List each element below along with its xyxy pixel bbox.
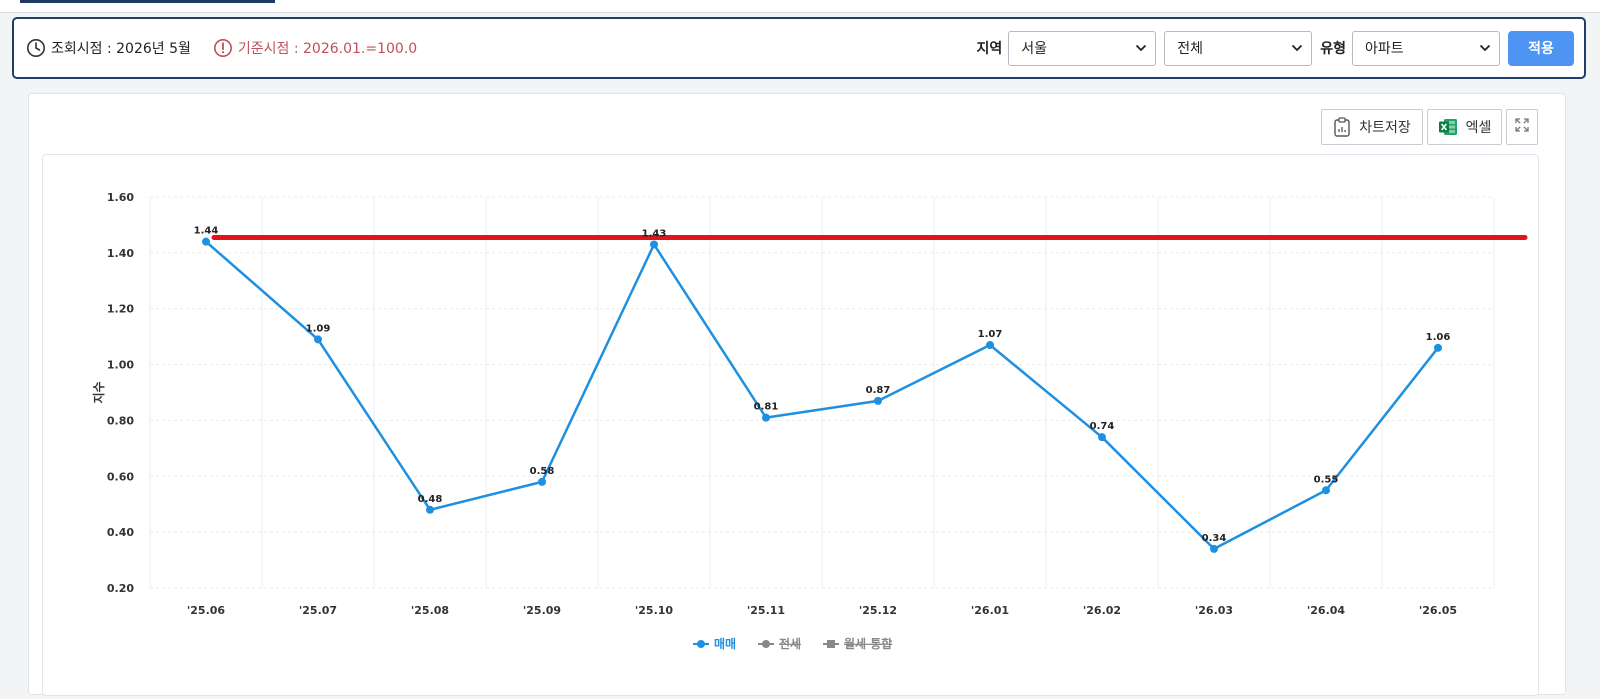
y-tick-label: 1.60 <box>107 191 134 204</box>
x-tick-label: '26.05 <box>1419 604 1457 617</box>
data-label: 0.58 <box>530 466 555 477</box>
y-tick-label: 0.60 <box>107 470 134 483</box>
data-point <box>874 396 882 405</box>
legend-item-label[interactable]: 전세 <box>779 636 801 651</box>
type-label: 유형 <box>1320 41 1346 57</box>
data-point <box>650 240 658 249</box>
chevron-down-icon <box>1135 40 1147 56</box>
district-select[interactable]: 전체 <box>1164 30 1313 66</box>
data-point <box>762 413 770 422</box>
data-label: 0.55 <box>1314 474 1339 485</box>
data-label: 1.09 <box>306 323 331 334</box>
district-select-value: 전체 <box>1177 41 1203 57</box>
chevron-down-icon <box>1291 40 1303 56</box>
data-label: 0.81 <box>754 402 779 413</box>
region-select[interactable]: 서울 <box>1008 30 1157 66</box>
data-label: 1.43 <box>642 228 667 239</box>
fullscreen-button[interactable] <box>1506 109 1538 145</box>
x-tick-label: '26.01 <box>971 604 1009 617</box>
data-label: 0.48 <box>418 494 443 505</box>
x-tick-label: '25.11 <box>747 604 785 617</box>
legend-marker <box>697 640 705 648</box>
clipboard-chart-icon <box>1333 117 1351 137</box>
data-label: 0.34 <box>1202 533 1227 544</box>
line-chart: 1.60 1.40 1.20 1.00 0.80 0.60 0.40 0.20 '25.06 '2… <box>91 191 1528 651</box>
data-point <box>426 505 434 514</box>
data-point <box>1322 486 1330 495</box>
y-tick-label: 1.20 <box>107 303 134 316</box>
data-point <box>1098 433 1106 442</box>
data-point <box>986 341 994 350</box>
save-chart-label: 차트저장 <box>1359 120 1411 136</box>
x-tick-label: '26.03 <box>1195 604 1233 617</box>
expand-icon <box>1514 117 1530 137</box>
base-point-text: 기준시점 : 2026.01.=100.0 <box>237 41 418 57</box>
apply-button[interactable]: 적용 <box>1508 30 1574 66</box>
x-tick-label: '25.07 <box>299 604 337 617</box>
y-tick-label: 0.80 <box>107 414 134 427</box>
excel-icon <box>1438 117 1458 137</box>
save-chart-button[interactable]: 차트저장 <box>1321 109 1423 145</box>
excel-button[interactable]: 엑셀 <box>1427 109 1502 145</box>
data-label: 1.44 <box>194 226 219 237</box>
region-label: 지역 <box>976 41 1003 57</box>
region-select-value: 서울 <box>1021 41 1047 57</box>
x-tick-label: '26.04 <box>1307 604 1346 617</box>
active-tab-indicator <box>20 0 275 3</box>
clock-icon <box>26 38 46 58</box>
x-tick-label: '25.10 <box>635 604 674 617</box>
chevron-down-icon <box>1479 40 1491 56</box>
data-point <box>1210 544 1218 553</box>
y-tick-label: 1.40 <box>107 247 134 260</box>
data-label: 0.74 <box>1090 421 1115 432</box>
y-tick-label: 1.00 <box>107 359 134 372</box>
x-tick-label: '26.02 <box>1083 604 1121 617</box>
legend-marker <box>827 640 835 648</box>
x-tick-label: '25.06 <box>187 604 226 617</box>
type-select-value: 아파트 <box>1365 41 1404 57</box>
data-label: 1.07 <box>978 329 1003 340</box>
data-point <box>202 237 210 246</box>
as-of-text: 조회시점 : 2026년 5월 <box>51 41 191 57</box>
y-tick-label: 0.40 <box>107 526 134 539</box>
legend-item-label[interactable]: 매매 <box>714 636 736 651</box>
as-of-info: 조회시점 : 2026년 5월 <box>26 38 191 58</box>
y-tick-label: 0.20 <box>107 582 134 595</box>
data-point <box>538 477 546 486</box>
x-tick-label: '25.12 <box>859 604 897 617</box>
type-select[interactable]: 아파트 <box>1352 30 1500 66</box>
data-point <box>1434 343 1442 352</box>
data-label: 0.87 <box>866 385 891 396</box>
excel-label: 엑셀 <box>1465 120 1492 136</box>
legend-marker <box>762 640 770 648</box>
legend-item-label[interactable]: 월세 통합 <box>844 636 892 651</box>
top-tab-strip <box>0 0 1600 13</box>
x-tick-label: '25.09 <box>523 604 561 617</box>
data-label: 1.06 <box>1426 332 1451 343</box>
filter-bar: 조회시점 : 2026년 5월 기준시점 : 2026.01.=100.0 지역… <box>12 17 1586 79</box>
alert-circle-icon <box>213 38 233 58</box>
y-axis-label: 지수 <box>91 381 106 403</box>
x-tick-label: '25.08 <box>411 604 449 617</box>
chart-container: 1.60 1.40 1.20 1.00 0.80 0.60 0.40 0.20 '25.06 '2… <box>42 154 1539 696</box>
data-point <box>314 335 322 344</box>
base-point-info: 기준시점 : 2026.01.=100.0 <box>213 38 417 58</box>
